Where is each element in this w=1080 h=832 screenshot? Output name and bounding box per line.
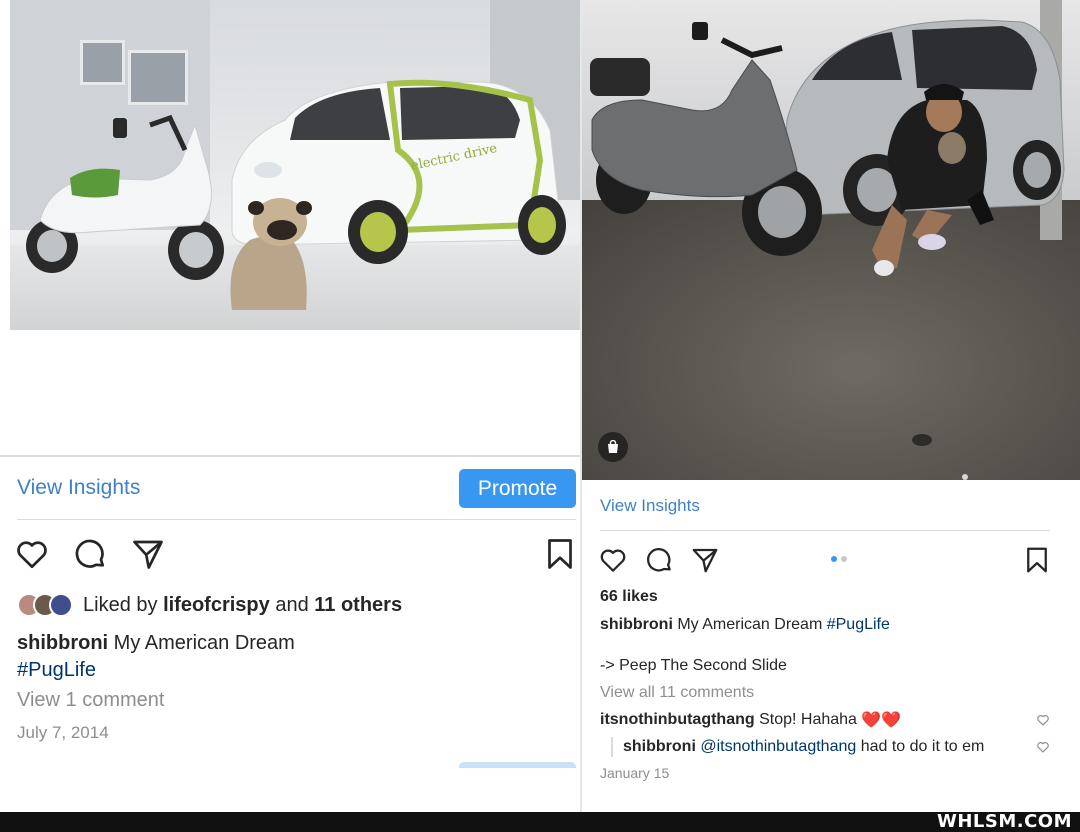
caption-hashtag[interactable]: #PugLife — [17, 659, 96, 681]
view-comments-link[interactable]: View 1 comment — [17, 689, 164, 712]
comment-reply: shibbroni @itsnothinbutagthang had to do… — [623, 737, 984, 757]
comment-icon[interactable] — [644, 545, 674, 580]
caption-username[interactable]: shibbroni — [600, 616, 673, 633]
avatar — [49, 593, 73, 617]
photo-indicator-dot — [962, 474, 968, 480]
share-icon[interactable] — [690, 545, 720, 580]
caption-line2: -> Peep The Second Slide — [600, 657, 787, 674]
post-photo-man-scooter-car[interactable] — [582, 0, 1080, 480]
watermark-logo: WHLSM.COM — [936, 811, 1072, 832]
comment-mention[interactable]: @itsnothinbutagthang — [700, 738, 856, 756]
motor-scooter — [590, 22, 822, 256]
comment-icon[interactable] — [72, 536, 108, 577]
comment-username[interactable]: itsnothinbutagthang — [600, 711, 755, 729]
comment-username[interactable]: shibbroni — [623, 738, 696, 756]
carousel-indicator — [831, 556, 851, 562]
carousel-dot-active — [831, 556, 837, 562]
liked-by-and: and — [275, 593, 309, 616]
post-caption: shibbroni My American Dream #PugLife — [600, 615, 1060, 635]
separator — [17, 519, 576, 520]
heart-emoji: ❤️❤️ — [861, 712, 902, 729]
post-date: July 7, 2014 — [17, 723, 109, 742]
liked-by-row: Liked by lifeofcrispy and 11 others — [17, 592, 402, 618]
liked-by-user-link[interactable]: lifeofcrispy — [163, 594, 270, 617]
like-comment-heart-icon[interactable] — [1036, 713, 1050, 732]
electric-scooter — [26, 114, 224, 280]
view-insights-link[interactable]: View Insights — [600, 496, 700, 516]
view-insights-link[interactable]: View Insights — [17, 476, 140, 500]
caption-text: My American Dream — [113, 632, 295, 654]
liker-avatars[interactable] — [17, 593, 73, 617]
liked-by-others-link[interactable]: 11 others — [314, 594, 402, 617]
heart-icon[interactable] — [598, 545, 628, 580]
share-icon[interactable] — [130, 536, 166, 577]
like-comment-heart-icon[interactable] — [1036, 740, 1050, 759]
action-bar — [14, 536, 578, 576]
separator — [0, 455, 580, 457]
caption-username[interactable]: shibbroni — [17, 632, 108, 654]
likes-count[interactable]: 66 likes — [600, 588, 658, 606]
bookmark-icon[interactable] — [542, 536, 578, 577]
right-post: View Insights 66 likes shibbroni My Amer… — [582, 0, 1080, 812]
promote-button[interactable]: Promote — [459, 469, 576, 508]
carousel-dot — [841, 556, 847, 562]
promote-button-partial — [459, 762, 576, 768]
footer-bar — [0, 812, 1080, 832]
caption-hashtag[interactable]: #PugLife — [827, 616, 890, 633]
separator — [600, 530, 1050, 531]
liked-by-prefix: Liked by — [83, 593, 158, 616]
comment: itsnothinbutagthang Stop! Hahaha ❤️❤️ — [600, 710, 901, 730]
caption-text: My American Dream — [677, 616, 823, 633]
post-date: January 15 — [600, 765, 670, 781]
heart-icon[interactable] — [14, 536, 50, 577]
action-bar — [598, 545, 1054, 575]
comment-text: had to do it to em — [860, 738, 985, 755]
post-caption: shibbroni My American Dream #PugLife — [17, 630, 557, 684]
shopping-bag-icon[interactable] — [598, 432, 628, 462]
post-photo-scooter-car-pug[interactable]: electric drive — [10, 0, 580, 330]
view-all-comments-link[interactable]: View all 11 comments — [600, 684, 754, 702]
scene-illustration: electric drive — [26, 79, 566, 310]
bookmark-icon[interactable] — [1022, 545, 1052, 580]
left-post: electric drive View Insights Promote Lik… — [0, 0, 580, 812]
reply-thread-line — [611, 737, 613, 757]
scene-illustration — [590, 19, 1065, 446]
comment-text: Stop! Hahaha — [759, 711, 857, 728]
